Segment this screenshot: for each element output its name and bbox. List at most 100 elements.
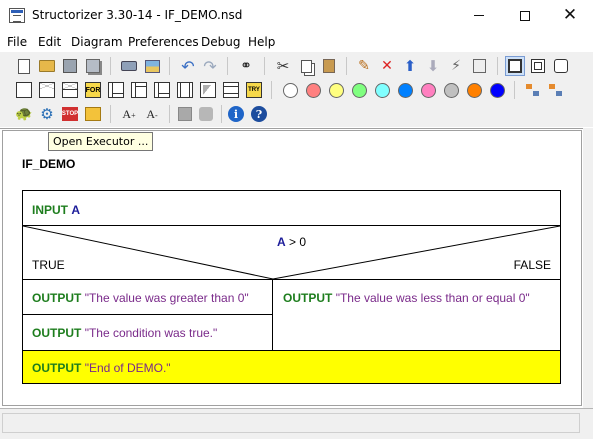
toolbar-separator [169, 105, 170, 123]
color-darkblue-button[interactable] [487, 80, 507, 100]
save-button[interactable] [60, 56, 80, 76]
delete-icon: ✕ [381, 58, 393, 74]
paste-button[interactable] [319, 56, 339, 76]
output-text: "End of DEMO." [84, 361, 171, 375]
output-element[interactable]: OUTPUT "The value was less than or equal… [273, 280, 560, 350]
menu-debug[interactable]: Debug [201, 35, 240, 49]
nsd-view-button[interactable] [505, 56, 525, 76]
window-title: Structorizer 3.30-14 - IF_DEMO.nsd [32, 8, 243, 22]
color-red-button[interactable] [303, 80, 323, 100]
add-instruction-button[interactable] [14, 80, 34, 100]
add-parallel-button[interactable] [221, 80, 241, 100]
subroutine-tree-button[interactable] [546, 80, 566, 100]
close-button[interactable]: ✕ [547, 0, 593, 31]
font-up-letter: A [122, 106, 132, 121]
toolbar-separator [169, 57, 170, 75]
arrow-up-icon: ⬆ [403, 57, 417, 75]
scissors-icon: ✂ [276, 57, 290, 75]
toolbar-separator [497, 57, 498, 75]
new-button[interactable] [14, 56, 34, 76]
cut-button[interactable]: ✂ [273, 56, 293, 76]
color-yellow-button[interactable] [326, 80, 346, 100]
find-button[interactable]: ⚭ [236, 56, 256, 76]
about-button[interactable]: i [226, 104, 246, 124]
color-green-button[interactable] [349, 80, 369, 100]
color-cyan-button[interactable] [372, 80, 392, 100]
output-keyword: OUTPUT [32, 291, 82, 305]
color-swatch-icon [466, 82, 482, 98]
color-swatch-icon [374, 82, 390, 98]
nsd-view-rounded-button[interactable] [551, 56, 571, 76]
nsd-view-alt-button[interactable] [528, 56, 548, 76]
diagram-canvas[interactable]: IF_DEMO INPUT A A > 0 TRUE FALSE OUTPUT … [2, 130, 582, 406]
toolbar-separator [110, 105, 111, 123]
while-icon [108, 82, 124, 98]
open-button[interactable] [37, 56, 57, 76]
undo-button[interactable]: ↶ [178, 56, 198, 76]
color-swatch-icon [328, 82, 344, 98]
color-orange-button[interactable] [464, 80, 484, 100]
help-button[interactable]: ? [249, 104, 269, 124]
arranger-button[interactable] [83, 104, 103, 124]
diagram-area: IF_DEMO INPUT A A > 0 TRUE FALSE OUTPUT … [0, 128, 593, 408]
new-icon [18, 58, 30, 74]
turtleizer-button[interactable]: 🐢 [14, 104, 34, 124]
add-forever-button[interactable] [152, 80, 172, 100]
add-while-button[interactable] [106, 80, 126, 100]
add-repeat-button[interactable] [129, 80, 149, 100]
add-try-button[interactable]: TRY [244, 80, 264, 100]
toolbar-row-elements: FOR TRY [0, 78, 593, 102]
add-for-button[interactable]: FOR [83, 80, 103, 100]
stop-button[interactable]: STOP [60, 104, 80, 124]
if-element[interactable]: A > 0 TRUE FALSE [23, 226, 560, 280]
disabled-button[interactable] [175, 104, 195, 124]
color-white-button[interactable] [280, 80, 300, 100]
color-pink-button[interactable] [418, 80, 438, 100]
condition-variable: A [277, 235, 286, 249]
input-element[interactable]: INPUT A [23, 191, 560, 226]
element-properties-button[interactable] [469, 56, 489, 76]
edit-element-button[interactable]: ✎ [354, 56, 374, 76]
output-element[interactable]: OUTPUT "The value was greater than 0" [23, 280, 273, 315]
add-if-button[interactable] [37, 80, 57, 100]
executor-button[interactable]: ⚙ [37, 104, 57, 124]
font-down-button[interactable]: A- [142, 104, 162, 124]
disabled-alt-button[interactable] [196, 104, 216, 124]
diagram-title[interactable]: IF_DEMO [22, 157, 75, 171]
structure-tree-button[interactable] [523, 80, 543, 100]
save-as-button[interactable] [83, 56, 103, 76]
move-up-button[interactable]: ⬆ [400, 56, 420, 76]
input-keyword: INPUT [32, 203, 68, 217]
copy-button[interactable] [296, 56, 316, 76]
forever-icon [154, 82, 170, 98]
output-element[interactable]: OUTPUT "The condition was true." [23, 315, 273, 350]
toolbar-row-file-edit: ↶ ↷ ⚭ ✂ ✎ ✕ ⬆ ⬇ ⚡ [0, 54, 593, 78]
add-case-button[interactable] [60, 80, 80, 100]
font-up-sign: + [131, 110, 136, 120]
if-condition-triangle [23, 226, 560, 279]
print-button[interactable] [119, 56, 139, 76]
color-grey-button[interactable] [441, 80, 461, 100]
delete-element-button[interactable]: ✕ [377, 56, 397, 76]
menu-help[interactable]: Help [248, 35, 275, 49]
tree-icon [525, 83, 541, 97]
add-call-button[interactable] [175, 80, 195, 100]
menu-edit[interactable]: Edit [38, 35, 61, 49]
move-down-button[interactable]: ⬇ [423, 56, 443, 76]
vertical-scrollbar[interactable] [583, 128, 593, 408]
final-output-element[interactable]: OUTPUT "End of DEMO." [23, 350, 560, 383]
menu-preferences[interactable]: Preferences [128, 35, 199, 49]
transmute-button[interactable]: ⚡ [446, 56, 466, 76]
add-jump-button[interactable] [198, 80, 218, 100]
toolbar-separator [271, 81, 272, 99]
export-picture-button[interactable] [142, 56, 162, 76]
maximize-button[interactable] [502, 0, 548, 31]
menu-diagram[interactable]: Diagram [71, 35, 123, 49]
toolbar-separator [221, 105, 222, 123]
font-up-button[interactable]: A+ [119, 104, 139, 124]
redo-button[interactable]: ↷ [200, 56, 220, 76]
minimize-button[interactable] [456, 0, 502, 31]
menu-file[interactable]: File [7, 35, 27, 49]
font-down-icon: A- [146, 107, 157, 122]
color-blue-button[interactable] [395, 80, 415, 100]
